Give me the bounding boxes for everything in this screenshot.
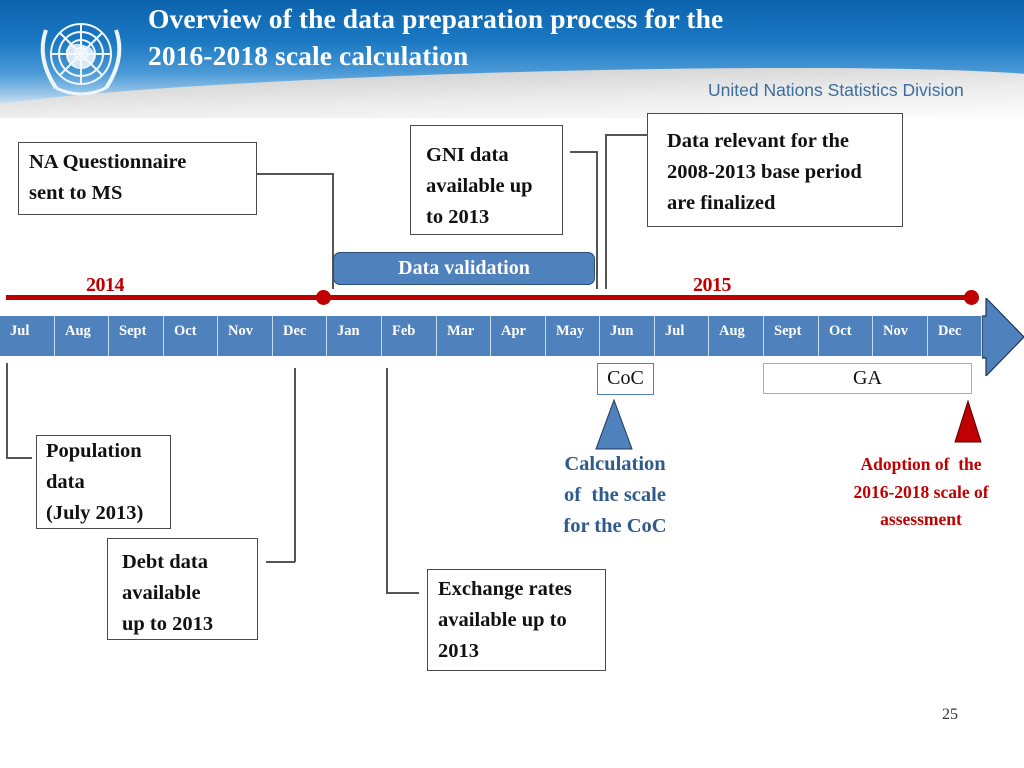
ga-label-box: GA <box>763 363 972 394</box>
box-text-line: (July 2013) <box>46 502 144 524</box>
month-strip: Jul Aug Sept Oct Nov Dec Jan Feb Mar Apr… <box>0 316 982 356</box>
month-cell: Jul <box>0 316 55 356</box>
month-cell: Sept <box>764 316 819 356</box>
timeline-arrow-icon <box>982 298 1024 376</box>
timeline-dot-end-2015 <box>964 290 979 305</box>
note-line: Calculation <box>564 453 666 475</box>
connector-line <box>605 134 607 289</box>
note-line: assessment <box>880 509 962 529</box>
box-text-line: available <box>122 582 201 604</box>
month-cell: Nov <box>218 316 273 356</box>
connector-line <box>386 592 419 594</box>
gni-data-box: GNI data available up to 2013 <box>410 125 563 235</box>
note-line: of the scale <box>564 484 666 506</box>
division-label: United Nations Statistics Division <box>708 80 964 100</box>
month-cell: Dec <box>928 316 982 356</box>
connector-line <box>294 368 296 562</box>
coc-label-box: CoC <box>597 363 654 395</box>
month-cell: Mar <box>437 316 491 356</box>
connector-line <box>570 151 597 153</box>
box-text-line: to 2013 <box>426 206 490 228</box>
title-line-1: Overview of the data preparation process… <box>148 3 724 34</box>
timeline-red-line <box>6 295 972 300</box>
debt-data-box: Debt data available up to 2013 <box>107 538 258 640</box>
box-text-line: GNI data <box>426 144 509 166</box>
header-banner: Overview of the data preparation process… <box>0 0 1024 118</box>
connector-line <box>6 457 32 459</box>
box-text-line: Exchange rates <box>438 578 572 600</box>
page-number: 25 <box>942 706 958 723</box>
month-cell: Jun <box>600 316 655 356</box>
box-text-line: data <box>46 471 85 493</box>
box-text-line: available up <box>426 175 533 197</box>
coc-calculation-note: Calculation of the scale for the CoC <box>540 449 690 542</box>
month-cell: Oct <box>164 316 218 356</box>
connector-line <box>596 151 598 289</box>
connector-line <box>257 173 333 175</box>
blue-triangle-marker-icon <box>595 399 633 450</box>
note-line: 2016-2018 scale of <box>853 481 989 502</box>
note-line: for the CoC <box>563 515 667 537</box>
population-data-box: Population data (July 2013) <box>36 435 171 529</box>
page-title: Overview of the data preparation process… <box>148 0 908 74</box>
month-cell: May <box>546 316 600 356</box>
box-text-line: are finalized <box>667 192 776 214</box>
box-text-line: available up to <box>438 609 567 631</box>
month-cell: Aug <box>55 316 109 356</box>
year-label-2015: 2015 <box>693 274 732 296</box>
box-text-line: 2008-2013 base period <box>667 161 862 183</box>
month-cell: Nov <box>873 316 928 356</box>
data-validation-bar: Data validation <box>333 252 595 285</box>
note-line: Adoption of the <box>860 454 982 474</box>
month-cell: Jan <box>327 316 382 356</box>
month-cell: Dec <box>273 316 327 356</box>
connector-line <box>6 363 8 458</box>
month-cell: Apr <box>491 316 546 356</box>
box-text-line: up to 2013 <box>122 613 214 635</box>
box-text-line: 2013 <box>438 640 479 662</box>
box-text-line: Data relevant for the <box>667 130 849 152</box>
base-period-box: Data relevant for the 2008-2013 base per… <box>647 113 903 227</box>
month-cell: Oct <box>819 316 873 356</box>
month-cell: Aug <box>709 316 764 356</box>
na-questionnaire-box: NA Questionnaire sent to MS <box>18 142 257 215</box>
year-label-2014: 2014 <box>86 274 125 296</box>
title-line-2: 2016-2018 scale calculation <box>148 40 469 71</box>
box-text-line: sent to MS <box>29 182 123 204</box>
un-emblem-icon <box>40 23 122 96</box>
box-text-line: NA Questionnaire <box>29 151 187 173</box>
connector-line <box>605 134 648 136</box>
red-triangle-marker-icon <box>954 400 982 443</box>
timeline-dot-start-2015 <box>316 290 331 305</box>
month-cell: Feb <box>382 316 437 356</box>
month-cell: Jul <box>655 316 709 356</box>
ga-adoption-note: Adoption of the 2016-2018 scale of asses… <box>826 451 1016 534</box>
connector-line <box>266 561 295 563</box>
box-text-line: Debt data <box>122 551 208 573</box>
month-cell: Sept <box>109 316 164 356</box>
connector-line <box>386 368 388 593</box>
box-text-line: Population <box>46 440 142 462</box>
exchange-rates-box: Exchange rates available up to 2013 <box>427 569 606 671</box>
